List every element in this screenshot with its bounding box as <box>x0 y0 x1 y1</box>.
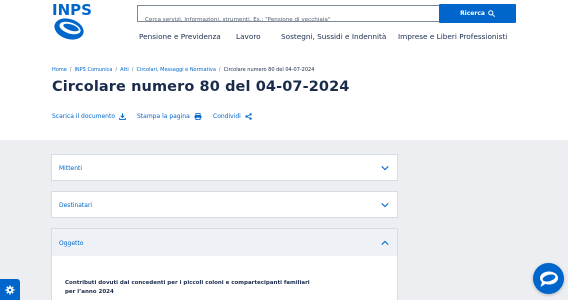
search-box <box>137 5 439 28</box>
breadcrumb-separator: / <box>115 67 118 73</box>
search-icon <box>488 10 495 17</box>
nav-item-lavoro[interactable]: Lavoro <box>236 32 261 41</box>
share-icon <box>245 113 252 120</box>
search-button-label: Ricerca <box>460 10 485 17</box>
accordion-destinatari[interactable]: Destinatari <box>51 191 398 218</box>
breadcrumb-home[interactable]: Home <box>52 67 67 73</box>
settings-button[interactable] <box>0 279 20 300</box>
breadcrumb-circolari[interactable]: Circolari, Messaggi e Normativa <box>136 67 215 73</box>
breadcrumb-current: Circolare numero 80 del 04-07-2024 <box>223 67 315 73</box>
printer-icon <box>194 113 202 120</box>
breadcrumb-atti[interactable]: Atti <box>120 67 129 73</box>
breadcrumb-separator: / <box>218 67 221 73</box>
chat-button[interactable] <box>533 263 564 294</box>
page-title: Circolare numero 80 del 04-07-2024 <box>52 79 350 95</box>
download-button[interactable]: Scarica il documento <box>52 113 126 120</box>
download-label: Scarica il documento <box>52 113 115 120</box>
accordion-oggetto-panel: Contributi dovuti dai concedenti per i p… <box>51 256 398 300</box>
search-button[interactable]: Ricerca <box>439 4 516 23</box>
nav-item-imprese[interactable]: Imprese e Liberi Professionisti <box>398 32 507 41</box>
nav-item-sostegni[interactable]: Sostegni, Sussidi e Indennità <box>281 32 386 41</box>
breadcrumb-separator: / <box>69 67 72 73</box>
breadcrumb-inps-comunica[interactable]: INPS Comunica <box>74 67 112 73</box>
gear-icon <box>5 285 15 294</box>
search-input[interactable] <box>138 12 439 28</box>
print-label: Stampa la pagina <box>137 113 190 120</box>
oggetto-content: Contributi dovuti dai concedenti per i p… <box>65 280 310 295</box>
print-button[interactable]: Stampa la pagina <box>137 113 202 120</box>
breadcrumb-separator: / <box>131 67 134 73</box>
header: INPS Ricerca Pensione e Previdenza Lavor… <box>0 0 568 60</box>
accordion-mittenti[interactable]: Mittenti <box>51 154 398 181</box>
accordion-oggetto[interactable]: Oggetto <box>51 228 398 257</box>
accordion-oggetto-label: Oggetto <box>59 240 84 247</box>
main-nav: Pensione e Previdenza Lavoro Sostegni, S… <box>0 32 568 46</box>
chevron-up-icon <box>381 240 389 245</box>
share-button[interactable]: Condividi <box>213 113 252 120</box>
chevron-down-icon <box>381 203 389 208</box>
download-icon <box>119 113 126 120</box>
accordion-mittenti-label: Mittenti <box>59 165 83 172</box>
document-actions: Scarica il documento Stampa la pagina Co… <box>0 113 568 123</box>
nav-item-pensione[interactable]: Pensione e Previdenza <box>139 32 221 41</box>
chevron-down-icon <box>381 166 389 171</box>
accordion-destinatari-label: Destinatari <box>59 202 93 209</box>
breadcrumb: Home / INPS Comunica / Atti / Circolari, Messa… <box>52 67 314 73</box>
chat-icon <box>539 271 558 287</box>
share-label: Condividi <box>213 113 241 120</box>
